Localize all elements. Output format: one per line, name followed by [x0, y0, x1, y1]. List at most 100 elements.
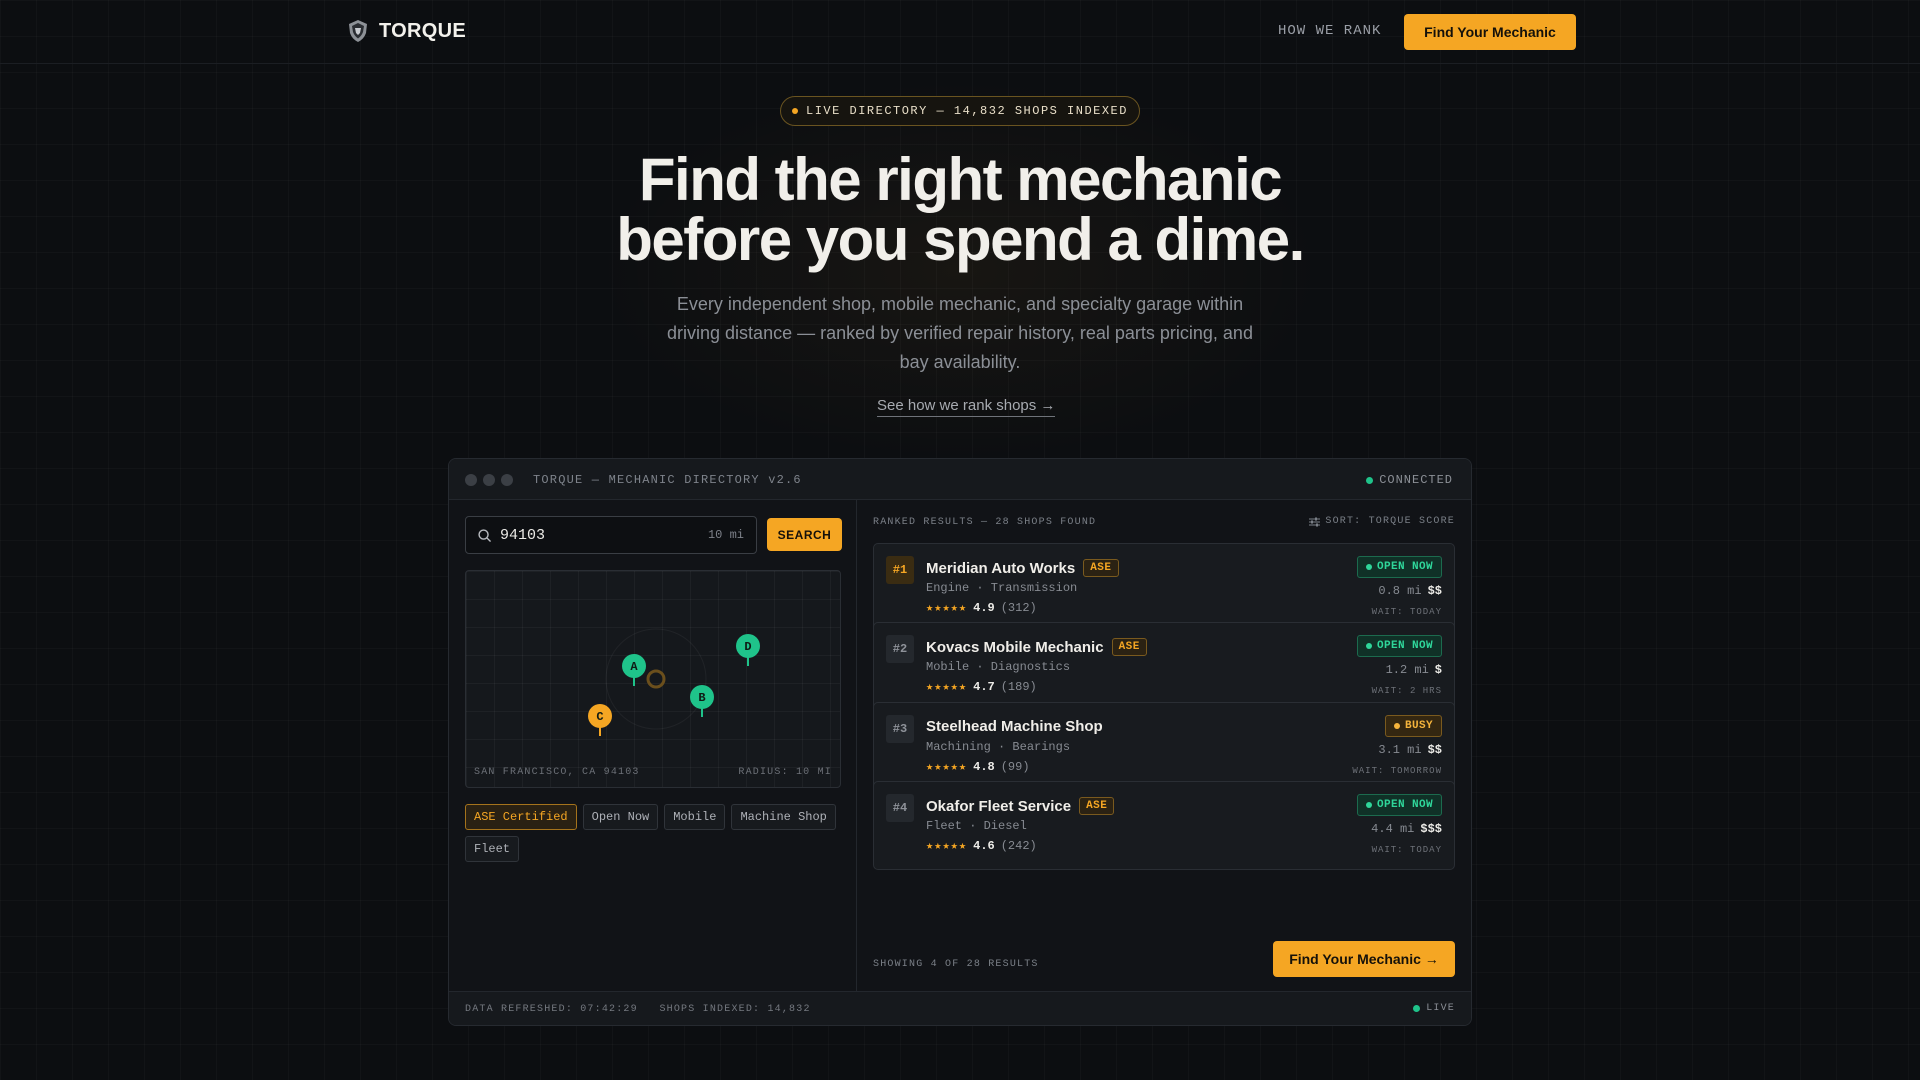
- rating-score: 4.8: [973, 759, 995, 774]
- shop-card[interactable]: #4 Okafor Fleet Service ASE Fleet · Diesel ★…: [873, 781, 1455, 870]
- find-mechanic-results-button[interactable]: Find Your Mechanic →: [1273, 941, 1455, 977]
- live-directory-text: LIVE DIRECTORY — 14,832 SHOPS INDEXED: [806, 104, 1128, 118]
- how-we-rank-shops-link[interactable]: See how we rank shops →: [877, 397, 1056, 417]
- filter-chip[interactable]: ASE Certified: [465, 804, 577, 830]
- shop-name[interactable]: Okafor Fleet Service: [926, 798, 1071, 815]
- status-dot-icon: [1365, 643, 1372, 649]
- wait-time: WAIT: 2 HRS: [1371, 686, 1442, 696]
- live-dot-icon: [792, 108, 799, 114]
- wait-time: WAIT: TOMORROW: [1352, 766, 1442, 776]
- hero-subtitle: Every independent shop, mobile mechanic,…: [667, 294, 1253, 372]
- refresh-info: DATA REFRESHED: 07:42:29 SHOPS INDEXED: …: [465, 1004, 811, 1015]
- ase-badge: ASE: [1111, 638, 1147, 656]
- window-close-dot[interactable]: [465, 474, 477, 486]
- shop-specialties: Machining · Bearings: [926, 740, 1071, 754]
- map-pin-d[interactable]: D: [736, 634, 760, 666]
- status-dot-icon: [1365, 802, 1372, 808]
- sort-control[interactable]: SORT: TORQUE SCORE: [1309, 516, 1455, 527]
- window-title-bar: TORQUE — MECHANIC DIRECTORY v2.6 CONNECT…: [449, 459, 1471, 500]
- review-count: (189): [1000, 679, 1037, 694]
- live-indicator: LIVE: [1413, 1003, 1455, 1014]
- find-mechanic-nav-button[interactable]: Find Your Mechanic: [1404, 14, 1576, 50]
- status-dot-icon: [1365, 564, 1372, 570]
- shop-name[interactable]: Kovacs Mobile Mechanic: [926, 639, 1104, 656]
- price-level: $$: [1427, 584, 1442, 598]
- shop-distance: 4.4 mi: [1371, 822, 1415, 836]
- ase-badge: ASE: [1083, 559, 1119, 577]
- status-badge: OPEN NOW: [1356, 635, 1442, 657]
- shop-card[interactable]: #1 Meridian Auto Works ASE Engine · Transmi…: [873, 543, 1455, 632]
- shop-specialties: Fleet · Diesel: [926, 819, 1027, 833]
- shop-distance-price: 0.8 mi $$: [1378, 584, 1442, 598]
- shop-title: Meridian Auto Works ASE: [926, 559, 1119, 577]
- shop-title: Kovacs Mobile Mechanic ASE: [926, 638, 1147, 656]
- search-icon: [478, 529, 491, 542]
- shop-name[interactable]: Steelhead Machine Shop: [926, 718, 1103, 735]
- shop-name[interactable]: Meridian Auto Works: [926, 560, 1075, 577]
- helmet-shield-icon: [349, 20, 367, 42]
- how-we-rank-link[interactable]: HOW WE RANK: [1278, 23, 1381, 39]
- sort-label: SORT: TORQUE SCORE: [1325, 516, 1455, 527]
- shop-distance: 0.8 mi: [1378, 584, 1422, 598]
- search-radius[interactable]: 10 mi: [708, 528, 744, 542]
- results-map[interactable]: A B C D SAN FRANCISCO, CA 94103 RADIUS: 10 …: [465, 570, 841, 788]
- filter-chip[interactable]: Fleet: [465, 836, 520, 862]
- shops-indexed: SHOPS INDEXED: 14,832: [659, 1004, 811, 1015]
- review-count: (99): [1000, 759, 1030, 774]
- map-canvas: A B C D: [588, 628, 760, 736]
- filter-chip[interactable]: Mobile: [664, 804, 726, 830]
- connection-status-text: CONNECTED: [1379, 473, 1453, 487]
- directory-window: TORQUE — MECHANIC DIRECTORY v2.6 CONNECT…: [448, 458, 1472, 1026]
- center-location-icon: [646, 669, 666, 689]
- live-dot-icon: [1413, 1005, 1421, 1012]
- map-pin-label: A: [630, 660, 638, 674]
- map-pin-a[interactable]: A: [622, 654, 646, 686]
- filter-chips: ASE Certified Open Now Mobile Machine Shop F…: [465, 804, 845, 862]
- search-panel: 94103 10 mi SEARCH A B C D SAN FRANCISCO, C…: [449, 500, 857, 993]
- shop-rating: ★★★★★ 4.8 (99): [926, 759, 1030, 775]
- results-count: SHOWING 4 OF 28 RESULTS: [873, 959, 1039, 970]
- results-panel: RANKED RESULTS — 28 SHOPS FOUND SORT: TO…: [857, 500, 1471, 993]
- zip-search-field[interactable]: 94103 10 mi: [465, 516, 757, 554]
- shop-distance: 1.2 mi: [1385, 663, 1429, 677]
- map-pin-label: D: [744, 640, 751, 654]
- brand-logo[interactable]: TORQUE: [347, 19, 466, 43]
- window-maximize-dot[interactable]: [501, 474, 513, 486]
- wait-time: WAIT: TODAY: [1371, 845, 1442, 855]
- shop-rank: #1: [886, 556, 914, 584]
- review-count: (312): [1000, 600, 1037, 615]
- map-pin-label: B: [698, 691, 705, 705]
- map-radius: RADIUS: 10 MI: [738, 767, 832, 778]
- price-level: $$: [1427, 743, 1442, 757]
- status-badge: BUSY: [1384, 715, 1442, 737]
- shop-rating: ★★★★★ 4.7 (189): [926, 679, 1037, 695]
- zip-search-value[interactable]: 94103: [500, 527, 545, 544]
- brand-name: TORQUE: [379, 19, 466, 42]
- top-nav: TORQUE HOW WE RANK Find Your Mechanic: [0, 0, 1920, 64]
- search-button[interactable]: SEARCH: [767, 518, 842, 551]
- status-dot-icon: [1393, 723, 1400, 729]
- results-header: RANKED RESULTS — 28 SHOPS FOUND: [873, 517, 1097, 528]
- shop-card[interactable]: #3 Steelhead Machine Shop Machining · Bear…: [873, 702, 1455, 791]
- window-minimize-dot[interactable]: [483, 474, 495, 486]
- shop-distance-price: 1.2 mi $: [1386, 663, 1442, 677]
- star-rating-icon: ★★★★★: [926, 680, 968, 694]
- connected-dot-icon: [1366, 476, 1374, 484]
- map-pin-c[interactable]: C: [588, 704, 612, 736]
- shop-distance-price: 3.1 mi $$: [1378, 743, 1442, 757]
- status-text: BUSY: [1404, 720, 1433, 732]
- status-badge: OPEN NOW: [1356, 794, 1442, 816]
- rating-score: 4.7: [973, 679, 995, 694]
- filter-chip[interactable]: Open Now: [582, 804, 659, 830]
- shop-card[interactable]: #2 Kovacs Mobile Mechanic ASE Mobile · Diag…: [873, 622, 1455, 711]
- star-rating-icon: ★★★★★: [926, 601, 968, 615]
- filter-chip[interactable]: Machine Shop: [731, 804, 836, 830]
- review-count: (242): [1000, 838, 1037, 853]
- shop-specialties: Mobile · Diagnostics: [926, 660, 1071, 674]
- sort-sliders-icon: [1309, 517, 1321, 526]
- status-badge: OPEN NOW: [1356, 556, 1442, 578]
- live-directory-badge: LIVE DIRECTORY — 14,832 SHOPS INDEXED: [780, 96, 1140, 126]
- hero-title-line-2: before you spend a dime.: [616, 206, 1305, 273]
- window-status-bar: DATA REFRESHED: 07:42:29 SHOPS INDEXED: …: [449, 991, 1471, 1025]
- status-text: OPEN NOW: [1376, 561, 1433, 573]
